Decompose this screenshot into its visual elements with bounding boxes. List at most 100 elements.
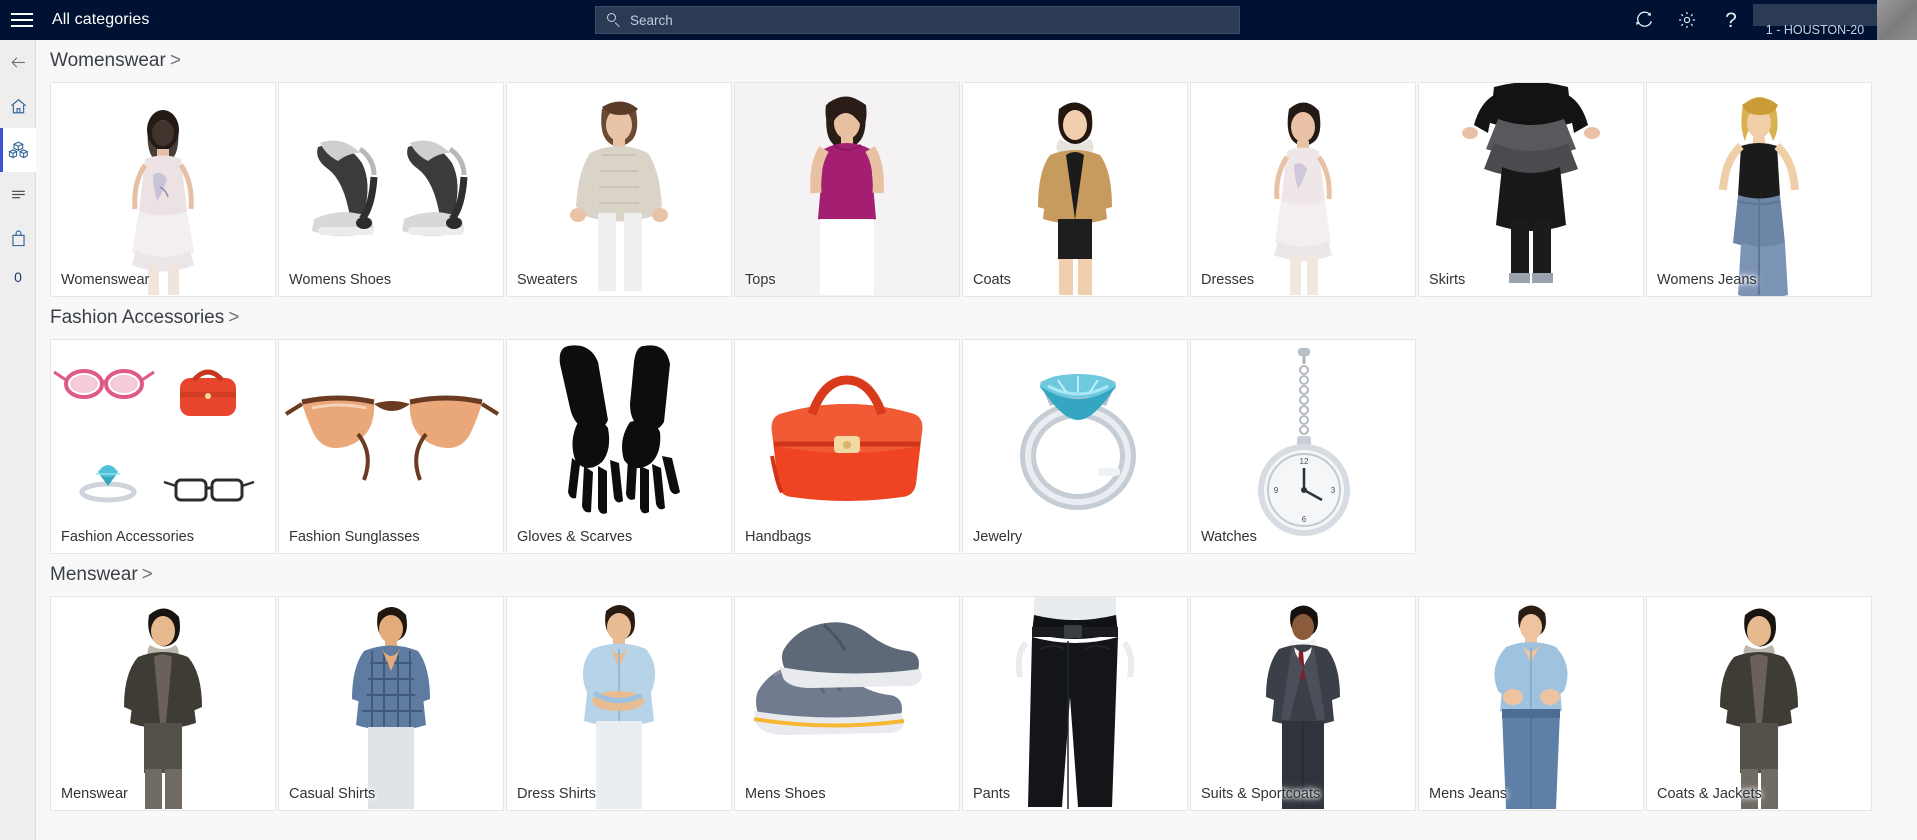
tile-label: Womenswear (61, 272, 150, 288)
product-photo-gloves-scarves (507, 340, 731, 553)
category-tile[interactable]: Coats (962, 82, 1188, 297)
tile-label: Watches (1201, 529, 1257, 545)
category-section-womenswear: Womenswear > Womenswear Womens Shoes Swe… (36, 40, 1917, 297)
sidebar-item-cart[interactable] (0, 216, 36, 260)
tile-row-fashion-accessories: Fashion Accessories Fashion Sunglasses G… (36, 339, 1917, 554)
tile-label: Sweaters (517, 272, 578, 288)
tile-label: Tops (745, 272, 776, 288)
chevron-right-icon: > (228, 307, 240, 328)
section-title: Menswear (50, 564, 138, 585)
tile-label: Dresses (1201, 272, 1255, 288)
refresh-icon[interactable] (1621, 0, 1665, 40)
section-header-fashion-accessories[interactable]: Fashion Accessories > (36, 297, 1917, 339)
product-photo-coats-jackets (1647, 597, 1871, 810)
category-tile[interactable]: Fashion Accessories (50, 339, 276, 554)
tile-row-menswear: Menswear Casual Shirts Dress Shirts Mens… (36, 596, 1917, 811)
gear-icon[interactable] (1665, 0, 1709, 40)
tile-label: Womens Shoes (289, 272, 392, 288)
category-tile[interactable]: Womens Shoes (278, 82, 504, 297)
product-photo-skirts (1419, 83, 1643, 296)
category-tile[interactable]: Womens Jeans (1646, 82, 1872, 297)
product-photo-womens-jeans (1647, 83, 1871, 296)
category-tile[interactable]: Jewelry (962, 339, 1188, 554)
sidebar-item-products[interactable] (0, 128, 36, 172)
product-photo-mens-jeans (1419, 597, 1643, 810)
category-tile[interactable]: Pants (962, 596, 1188, 811)
tile-label: Gloves & Scarves (517, 529, 633, 545)
category-tile[interactable]: Sweaters (506, 82, 732, 297)
tile-label: Womens Jeans (1657, 272, 1757, 288)
product-photo-tops (735, 83, 959, 296)
category-tile[interactable]: Dress Shirts (506, 596, 732, 811)
category-tile[interactable]: Womenswear (50, 82, 276, 297)
category-browser: Womenswear > Womenswear Womens Shoes Swe… (36, 40, 1917, 840)
category-tile[interactable]: Suits & Sportcoats (1190, 596, 1416, 811)
category-tile[interactable]: Dresses (1190, 82, 1416, 297)
product-photo-suits-sportcoats (1191, 597, 1415, 810)
avatar[interactable] (1877, 0, 1917, 40)
product-photo-fashion-accessories (51, 340, 275, 553)
top-header-bar: All categories ? 1 - HOUSTON-20 (0, 0, 1917, 40)
tile-label: Dress Shirts (517, 786, 596, 802)
chevron-right-icon: > (169, 50, 181, 71)
product-photo-pants (963, 597, 1187, 810)
product-photo-fashion-sunglasses (279, 340, 503, 553)
category-tile[interactable]: Handbags (734, 339, 960, 554)
category-tile[interactable]: Tops (734, 82, 960, 297)
station-indicator[interactable]: 1 - HOUSTON-20 (1753, 0, 1877, 40)
product-photo-casual-shirts (279, 597, 503, 810)
section-header-menswear[interactable]: Menswear > (36, 554, 1917, 596)
back-button[interactable] (0, 40, 36, 84)
svg-text:6: 6 (1302, 515, 1307, 524)
category-tile[interactable]: Skirts (1418, 82, 1644, 297)
category-tile[interactable]: Fashion Sunglasses (278, 339, 504, 554)
category-tile[interactable]: Mens Shoes (734, 596, 960, 811)
tile-label: Skirts (1429, 272, 1466, 288)
product-photo-watches: 12 3 6 9 (1191, 340, 1415, 553)
product-photo-coats (963, 83, 1187, 296)
hamburger-icon[interactable] (0, 0, 44, 40)
category-tile[interactable]: 12 3 6 9 Watches (1190, 339, 1416, 554)
svg-text:12: 12 (1300, 457, 1309, 466)
section-title: Fashion Accessories (50, 307, 225, 328)
tile-label: Fashion Sunglasses (289, 529, 420, 545)
tile-label: Mens Jeans (1429, 786, 1508, 802)
product-photo-womens-shoes (279, 83, 503, 296)
category-tile[interactable]: Coats & Jackets (1646, 596, 1872, 811)
cart-count: 0 (14, 269, 22, 285)
tile-label: Menswear (61, 786, 128, 802)
product-photo-handbags (735, 340, 959, 553)
product-photo-jewelry (963, 340, 1187, 553)
category-tile[interactable]: Menswear (50, 596, 276, 811)
left-nav-rail: 0 (0, 40, 36, 840)
product-photo-mens-shoes (735, 597, 959, 810)
section-header-womenswear[interactable]: Womenswear > (36, 40, 1917, 82)
svg-text:9: 9 (1274, 486, 1279, 495)
tile-label: Handbags (745, 529, 812, 545)
tile-row-womenswear: Womenswear Womens Shoes Sweaters Tops Co… (36, 82, 1917, 297)
header-actions: ? 1 - HOUSTON-20 (1621, 0, 1917, 40)
search-icon (606, 12, 622, 28)
category-section-menswear: Menswear > Menswear Casual Shirts Dress … (36, 554, 1917, 811)
product-photo-dresses (1191, 83, 1415, 296)
category-tile[interactable]: Gloves & Scarves (506, 339, 732, 554)
category-tile[interactable]: Mens Jeans (1418, 596, 1644, 811)
sidebar-item-transactions[interactable] (0, 172, 36, 216)
tile-label: Coats (973, 272, 1011, 288)
product-photo-menswear (51, 597, 275, 810)
search-input[interactable] (630, 8, 1190, 32)
tile-label: Coats & Jackets (1657, 786, 1762, 802)
section-title: Womenswear (50, 50, 166, 71)
help-icon[interactable]: ? (1709, 0, 1753, 40)
tile-label: Mens Shoes (745, 786, 826, 802)
category-tile[interactable]: Casual Shirts (278, 596, 504, 811)
svg-text:3: 3 (1331, 486, 1336, 495)
sidebar-item-home[interactable] (0, 84, 36, 128)
tile-label: Casual Shirts (289, 786, 376, 802)
category-section-fashion-accessories: Fashion Accessories > Fashion Accessorie… (36, 297, 1917, 554)
page-title: All categories (52, 11, 150, 28)
tile-label: Fashion Accessories (61, 529, 194, 545)
search-box[interactable] (595, 6, 1240, 34)
tile-label: Suits & Sportcoats (1201, 786, 1321, 802)
product-photo-sweaters (507, 83, 731, 296)
